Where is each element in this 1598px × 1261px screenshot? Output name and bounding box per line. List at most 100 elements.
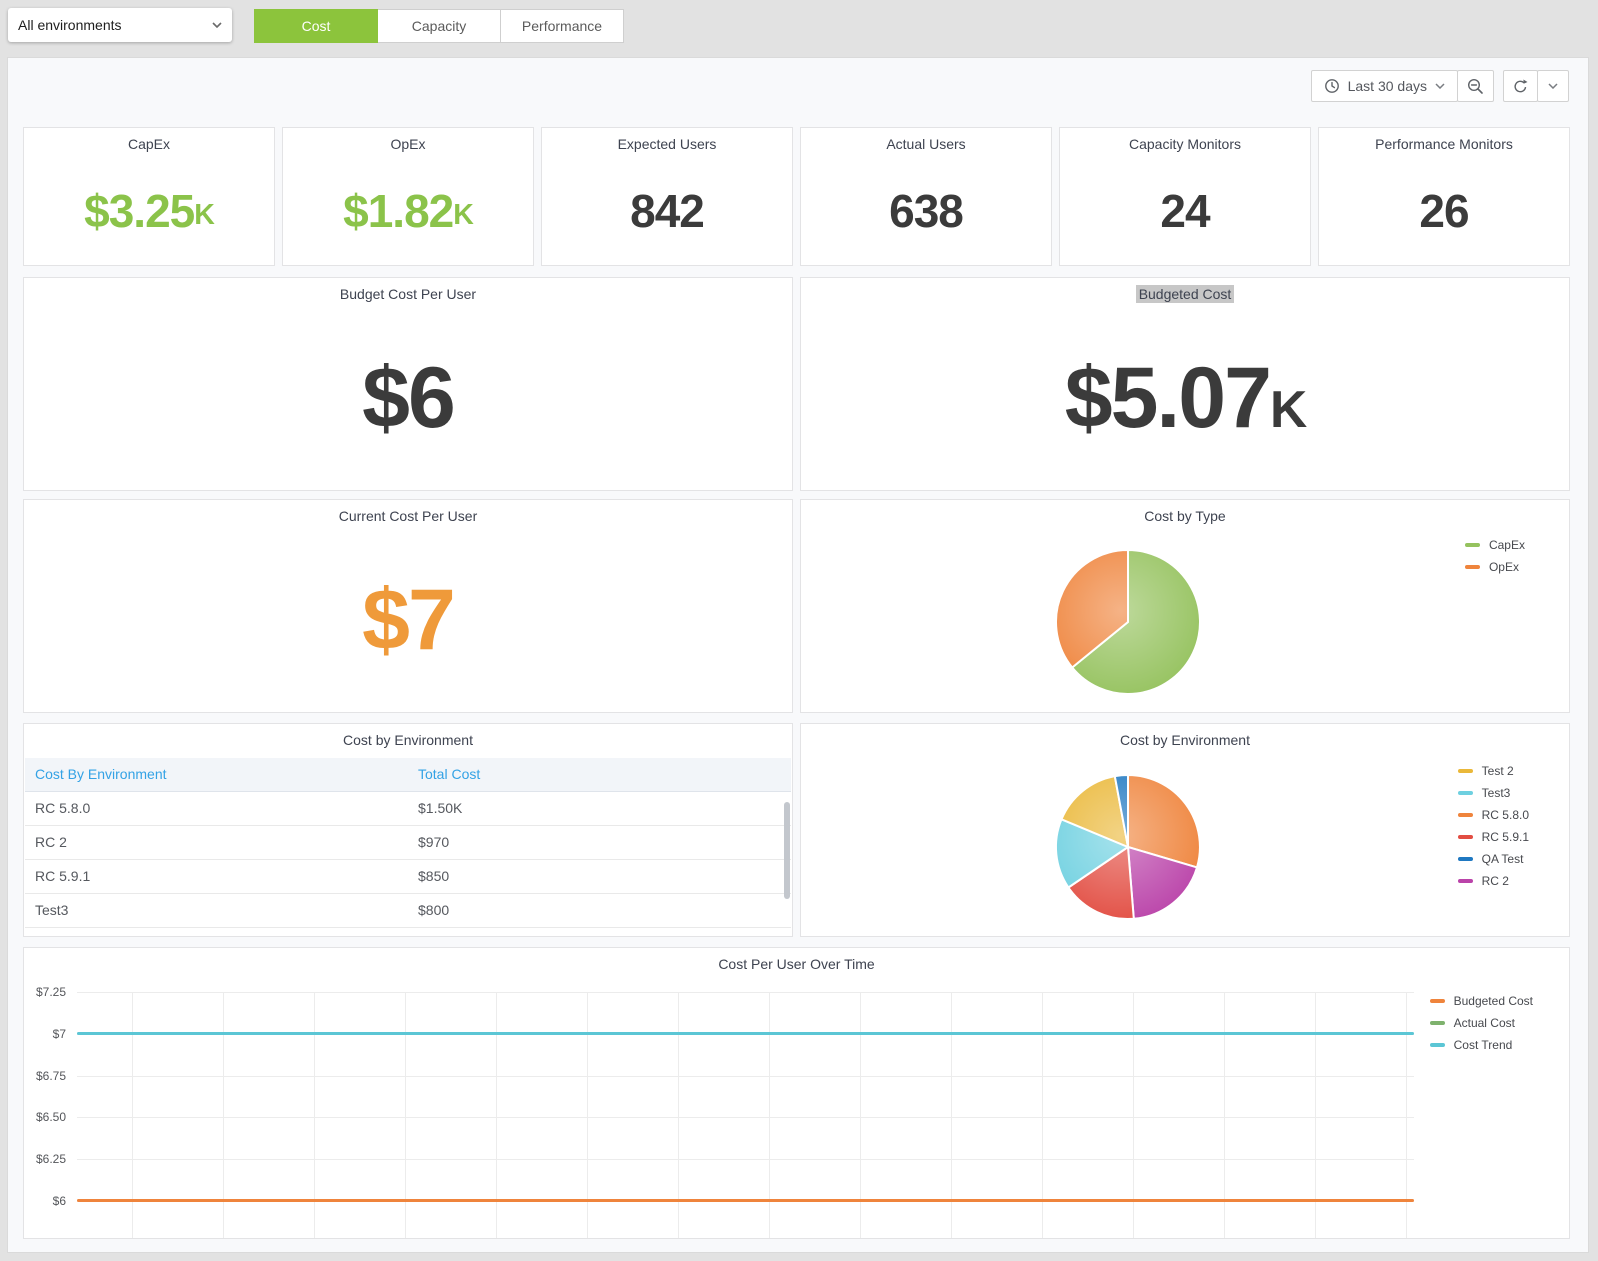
tab-capacity[interactable]: Capacity <box>377 9 501 43</box>
refresh-button[interactable] <box>1503 70 1538 102</box>
tab-performance[interactable]: Performance <box>500 9 624 43</box>
panel-title[interactable]: Actual Users <box>801 128 1051 156</box>
panel-title[interactable]: CapEx <box>24 128 274 156</box>
time-range-group: Last 30 days <box>1311 70 1494 102</box>
column-header-cost-by-environment[interactable]: Cost By Environment <box>25 758 408 791</box>
stat-number: $7 <box>362 571 454 670</box>
legend-item-rc591[interactable]: RC 5.9.1 <box>1458 830 1529 844</box>
cost-by-environment-legend: Test 2 Test3 RC 5.8.0 RC 5.9.1 QA Test R… <box>1458 764 1529 888</box>
panel-title[interactable]: Capacity Monitors <box>1060 128 1310 156</box>
legend-item-budgeted-cost[interactable]: Budgeted Cost <box>1430 994 1533 1008</box>
legend-item-actual-cost[interactable]: Actual Cost <box>1430 1016 1533 1030</box>
column-header-total-cost[interactable]: Total Cost <box>408 758 791 791</box>
panel-title[interactable]: Budget Cost Per User <box>24 278 792 306</box>
legend-label: Actual Cost <box>1454 1016 1515 1030</box>
panel-title[interactable]: Budgeted Cost <box>801 278 1569 306</box>
table-row-partial <box>25 928 791 937</box>
legend-label: Budgeted Cost <box>1454 994 1533 1008</box>
panel-actual-users: Actual Users 638 <box>800 127 1052 266</box>
time-range-button[interactable]: Last 30 days <box>1311 70 1458 102</box>
cost-by-type-legend: CapEx OpEx <box>1465 538 1525 574</box>
legend-swatch <box>1458 769 1473 773</box>
legend-swatch <box>1430 1043 1445 1047</box>
panel-current-cost-per-user: Current Cost Per User $7 <box>23 499 793 713</box>
chevron-down-icon <box>1548 83 1558 89</box>
legend-label: Test 2 <box>1482 764 1514 778</box>
row-environment: Cost by Environment Cost By Environment … <box>23 723 1570 937</box>
legend-item-cost-trend[interactable]: Cost Trend <box>1430 1038 1533 1052</box>
y-axis-tick: $6.50 <box>24 1110 66 1124</box>
stat-value: 842 <box>542 156 792 265</box>
zoom-out-button[interactable] <box>1457 70 1494 102</box>
legend-label: Cost Trend <box>1454 1038 1513 1052</box>
legend-item-rc580[interactable]: RC 5.8.0 <box>1458 808 1529 822</box>
table-row: RC 5.8.0 $1.50K <box>25 792 791 826</box>
environment-selector-value: All environments <box>18 17 212 33</box>
cell-environment: RC 5.9.1 <box>25 860 408 893</box>
panel-cost-by-environment-table: Cost by Environment Cost By Environment … <box>23 723 793 937</box>
cell-environment: Test3 <box>25 894 408 927</box>
table-row: RC 5.9.1 $850 <box>25 860 791 894</box>
environment-selector[interactable]: All environments <box>8 8 232 42</box>
cell-total-cost: $1.50K <box>408 792 791 825</box>
stat-row: CapEx $3.25K OpEx $1.82K Expected Users … <box>23 127 1570 266</box>
legend-item-capex[interactable]: CapEx <box>1465 538 1525 552</box>
stat-value: $3.25K <box>24 156 274 265</box>
time-range-label: Last 30 days <box>1348 78 1427 94</box>
series-line-budgeted-cost[interactable] <box>77 1199 1414 1202</box>
stat-value: 24 <box>1060 156 1310 265</box>
chevron-down-icon <box>1435 83 1445 89</box>
stat-number: 26 <box>1419 184 1468 238</box>
legend-item-qatest[interactable]: QA Test <box>1458 852 1529 866</box>
panel-opex: OpEx $1.82K <box>282 127 534 266</box>
panel-budget-cost-per-user: Budget Cost Per User $6 <box>23 277 793 491</box>
legend-item-test3[interactable]: Test3 <box>1458 786 1529 800</box>
panel-title[interactable]: Cost by Environment <box>801 724 1569 752</box>
legend-swatch <box>1430 999 1445 1003</box>
stat-value: 26 <box>1319 156 1569 265</box>
cell-total-cost: $850 <box>408 860 791 893</box>
panel-cost-by-type: Cost by Type CapEx OpEx <box>800 499 1570 713</box>
legend-item-rc2[interactable]: RC 2 <box>1458 874 1529 888</box>
panel-title[interactable]: Performance Monitors <box>1319 128 1569 156</box>
panel-performance-monitors: Performance Monitors 26 <box>1318 127 1570 266</box>
stat-value: $5.07K <box>801 306 1569 490</box>
legend-swatch <box>1458 857 1473 861</box>
y-axis-tick: $7 <box>24 1027 66 1041</box>
cell-environment <box>25 928 408 937</box>
panel-title[interactable]: OpEx <box>283 128 533 156</box>
stat-number: $3.25 <box>84 184 194 238</box>
stat-number: $6 <box>362 349 454 448</box>
cell-total-cost: $970 <box>408 826 791 859</box>
table-header-row: Cost By Environment Total Cost <box>25 758 791 792</box>
legend-item-opex[interactable]: OpEx <box>1465 560 1525 574</box>
stat-number: 638 <box>889 184 963 238</box>
cell-total-cost <box>408 928 791 937</box>
panel-budgeted-cost: Budgeted Cost $5.07K <box>800 277 1570 491</box>
time-toolbar: Last 30 days <box>1311 70 1569 102</box>
stat-suffix: K <box>1270 379 1305 439</box>
zoom-out-icon <box>1467 78 1484 95</box>
refresh-interval-dropdown[interactable] <box>1537 70 1569 102</box>
panel-title[interactable]: Cost by Type <box>801 500 1569 528</box>
panel-title[interactable]: Current Cost Per User <box>24 500 792 528</box>
panel-title[interactable]: Cost Per User Over Time <box>24 948 1569 976</box>
table-row: Test3 $800 <box>25 894 791 928</box>
table-row: RC 2 $970 <box>25 826 791 860</box>
cost-by-type-pie-chart[interactable] <box>1048 542 1208 702</box>
legend-swatch <box>1465 543 1480 547</box>
stat-value: $1.82K <box>283 156 533 265</box>
panel-title[interactable]: Cost by Environment <box>24 724 792 752</box>
row-budget: Budget Cost Per User $6 Budgeted Cost $5… <box>23 277 1570 491</box>
panel-title[interactable]: Expected Users <box>542 128 792 156</box>
table-scrollbar[interactable] <box>784 802 790 899</box>
stat-value: $6 <box>24 306 792 490</box>
series-line-cost-trend[interactable] <box>77 1032 1414 1035</box>
tab-cost[interactable]: Cost <box>254 9 378 43</box>
cost-by-environment-pie-chart[interactable] <box>1048 767 1208 927</box>
row-current-cost: Current Cost Per User $7 Cost by Type <box>23 499 1570 713</box>
y-axis-tick: $6.25 <box>24 1152 66 1166</box>
stat-number: 842 <box>630 184 704 238</box>
dashboard-canvas: Last 30 days CapEx $3.25K <box>7 57 1589 1253</box>
legend-item-test2[interactable]: Test 2 <box>1458 764 1529 778</box>
